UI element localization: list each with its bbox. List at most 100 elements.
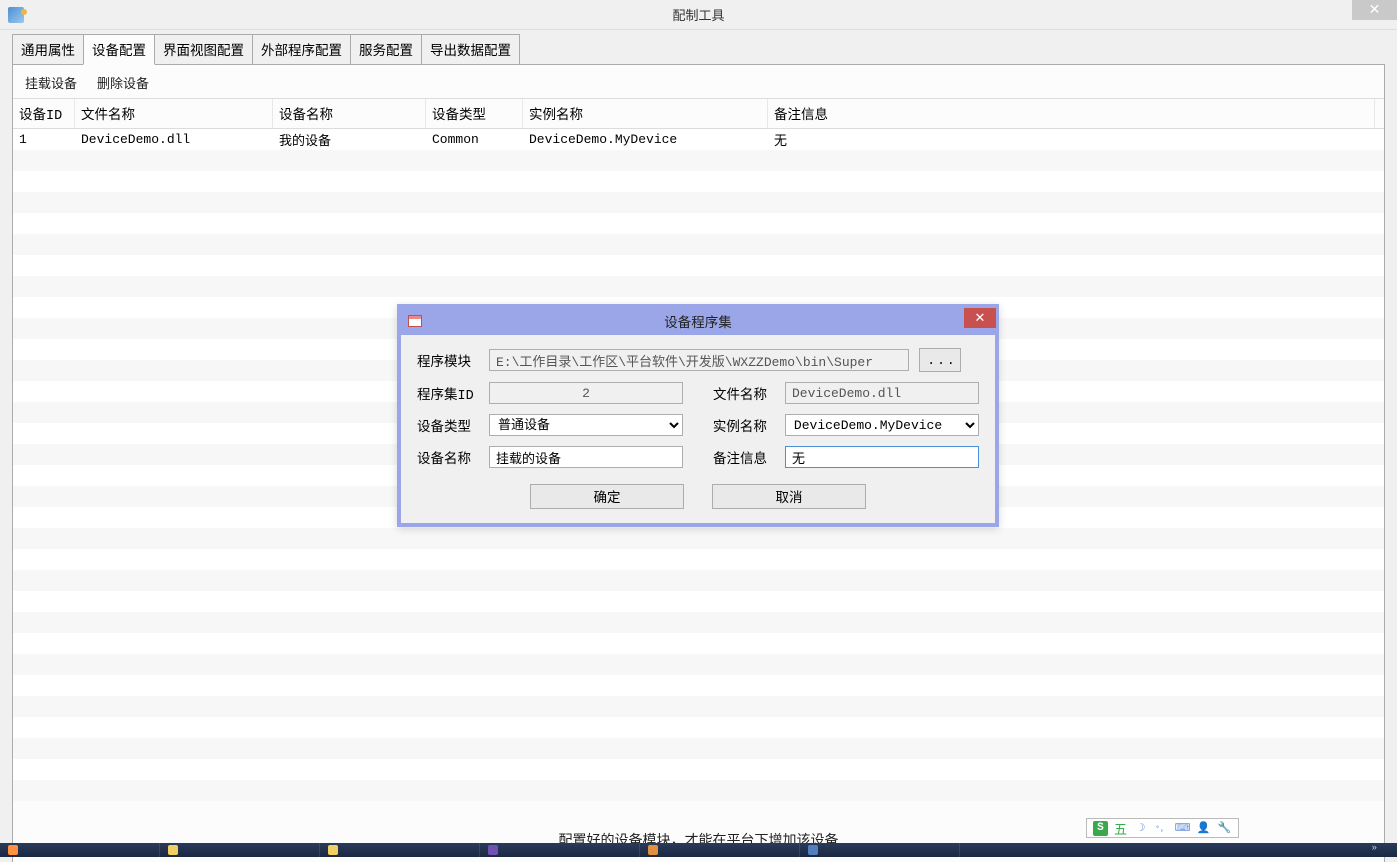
tab-external-config[interactable]: 外部程序配置	[252, 34, 351, 64]
table-row	[13, 780, 1384, 801]
ok-label: 确定	[594, 486, 621, 507]
table-row	[13, 612, 1384, 633]
app-icon	[8, 7, 24, 23]
table-row	[13, 717, 1384, 738]
device-assembly-dialog: 设备程序集 ✕ 程序模块 ... 程序集ID 文件名称 设备类型 普通设备 实例…	[397, 304, 999, 527]
dialog-titlebar[interactable]: 设备程序集 ✕	[400, 307, 996, 335]
label-file: 文件名称	[713, 383, 775, 404]
app-icon	[648, 845, 658, 855]
tab-export-config[interactable]: 导出数据配置	[421, 34, 520, 64]
table-row	[13, 696, 1384, 717]
label-module: 程序模块	[417, 350, 479, 371]
cell-devname: 我的设备	[273, 128, 426, 151]
ellipsis-icon: ...	[927, 353, 956, 368]
dialog-body: 程序模块 ... 程序集ID 文件名称 设备类型 普通设备 实例名称 Devic…	[401, 334, 995, 523]
table-row	[13, 654, 1384, 675]
window-close-button[interactable]: ✕	[1352, 0, 1397, 20]
taskbar-item[interactable]	[160, 843, 320, 857]
table-row	[13, 234, 1384, 255]
device-name-field[interactable]	[489, 446, 683, 468]
cell-file: DeviceDemo.dll	[75, 130, 273, 149]
tab-label: 设备配置	[92, 45, 146, 60]
tab-view-config[interactable]: 界面视图配置	[154, 34, 253, 64]
table-row	[13, 759, 1384, 780]
assembly-id-field[interactable]	[489, 382, 683, 404]
tab-bar: 通用属性 设备配置 界面视图配置 外部程序配置 服务配置 导出数据配置	[0, 30, 1397, 64]
ime-logo-icon[interactable]: S	[1093, 821, 1108, 836]
table-row	[13, 738, 1384, 759]
delete-device-button[interactable]: 删除设备	[97, 73, 149, 92]
label-instance: 实例名称	[713, 415, 775, 436]
grid-header-remark[interactable]: 备注信息	[768, 99, 1375, 128]
taskbar-item[interactable]	[0, 843, 160, 857]
cancel-label: 取消	[776, 486, 803, 507]
device-type-select[interactable]: 普通设备	[489, 414, 683, 436]
table-row	[13, 549, 1384, 570]
instance-name-select[interactable]: DeviceDemo.MyDevice	[785, 414, 979, 436]
table-row	[13, 591, 1384, 612]
label-asm-id: 程序集ID	[417, 383, 479, 404]
label-devtype: 设备类型	[417, 415, 479, 436]
tab-label: 通用属性	[21, 45, 75, 60]
taskbar-item[interactable]	[640, 843, 800, 857]
grid-header-id[interactable]: 设备ID	[13, 99, 75, 128]
remark-field[interactable]	[785, 446, 979, 468]
grid-header: 设备ID 文件名称 设备名称 设备类型 实例名称 备注信息	[13, 99, 1384, 129]
tab-label: 导出数据配置	[430, 45, 511, 60]
moon-icon[interactable]: ☽	[1133, 821, 1148, 836]
file-name-field[interactable]	[785, 382, 979, 404]
taskbar-item[interactable]	[320, 843, 480, 857]
toolbar: 挂载设备 删除设备	[13, 65, 1384, 98]
folder-icon	[168, 845, 178, 855]
grid-header-devname[interactable]: 设备名称	[273, 99, 426, 128]
cell-remark: 无	[768, 128, 1375, 151]
label-devname: 设备名称	[417, 447, 479, 468]
tab-label: 界面视图配置	[163, 45, 244, 60]
browse-button[interactable]: ...	[919, 348, 961, 372]
tab-label: 外部程序配置	[261, 45, 342, 60]
cell-id: 1	[13, 130, 75, 149]
table-row[interactable]: 1 DeviceDemo.dll 我的设备 Common DeviceDemo.…	[13, 129, 1384, 150]
tab-label: 服务配置	[359, 45, 413, 60]
ime-toolbar[interactable]: S 五 ☽ °， ⌨ 👤 🔧	[1086, 818, 1239, 838]
ok-button[interactable]: 确定	[530, 484, 684, 509]
grid-header-instance[interactable]: 实例名称	[523, 99, 768, 128]
folder-icon	[328, 845, 338, 855]
dialog-icon	[408, 315, 422, 327]
taskbar[interactable]: »	[0, 843, 1397, 857]
table-row	[13, 255, 1384, 276]
label-remark: 备注信息	[713, 447, 775, 468]
table-row	[13, 570, 1384, 591]
app-icon	[488, 845, 498, 855]
table-row	[13, 528, 1384, 549]
mount-device-button[interactable]: 挂载设备	[25, 73, 77, 92]
tab-service-config[interactable]: 服务配置	[350, 34, 422, 64]
table-row	[13, 213, 1384, 234]
punctuation-icon[interactable]: °，	[1154, 821, 1169, 836]
dialog-close-button[interactable]: ✕	[964, 308, 996, 328]
table-row	[13, 171, 1384, 192]
user-icon[interactable]: 👤	[1196, 821, 1211, 836]
app-icon	[8, 845, 18, 855]
window-titlebar: 配制工具 ✕	[0, 0, 1397, 30]
tab-general[interactable]: 通用属性	[12, 34, 84, 64]
tab-device-config[interactable]: 设备配置	[83, 34, 155, 65]
table-row	[13, 276, 1384, 297]
keyboard-icon[interactable]: ⌨	[1175, 821, 1190, 836]
module-path-field[interactable]	[489, 349, 909, 371]
table-row	[13, 192, 1384, 213]
app-icon	[808, 845, 818, 855]
table-row	[13, 150, 1384, 171]
table-row	[13, 633, 1384, 654]
grid-header-devtype[interactable]: 设备类型	[426, 99, 523, 128]
table-row	[13, 675, 1384, 696]
window-title: 配制工具	[672, 5, 724, 24]
grid-header-file[interactable]: 文件名称	[75, 99, 273, 128]
close-icon: ✕	[975, 311, 986, 326]
taskbar-item[interactable]	[480, 843, 640, 857]
cancel-button[interactable]: 取消	[712, 484, 866, 509]
ime-mode-label[interactable]: 五	[1114, 819, 1127, 838]
wrench-icon[interactable]: 🔧	[1217, 821, 1232, 836]
chevron-up-icon[interactable]: »	[1352, 843, 1397, 853]
taskbar-item[interactable]	[800, 843, 960, 857]
